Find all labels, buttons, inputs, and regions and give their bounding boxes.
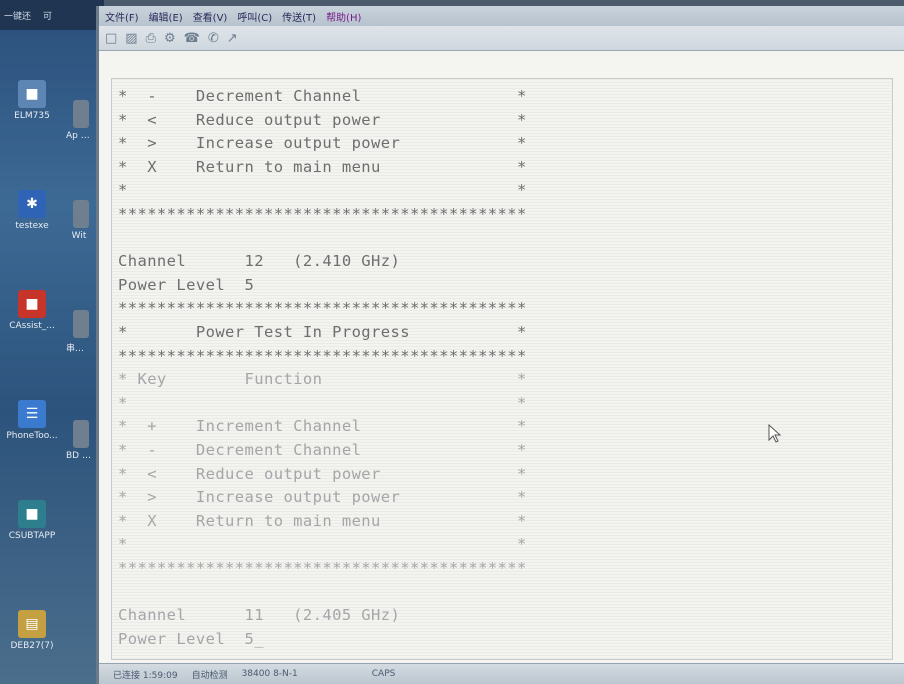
desktop-icon-label: ELM735 xyxy=(14,111,50,121)
desktop-icon-label: CSUBTAPP xyxy=(8,531,56,541)
terminal-line: Channel 12 (2.410 GHz) xyxy=(118,252,401,271)
terminal-line: * Key Function * xyxy=(118,370,527,389)
menu-item[interactable]: 文件(F) xyxy=(105,9,139,24)
desktop-icon-label: testexe xyxy=(15,221,49,231)
app-icon xyxy=(73,420,89,448)
terminal-line: * Power Test In Progress * xyxy=(118,323,527,341)
terminal-line: * X Return to main menu * xyxy=(118,511,527,530)
desktop-icon-label: Wit xyxy=(71,231,87,241)
disconnect-icon[interactable]: ✆ xyxy=(208,31,219,46)
send-icon[interactable]: ↗ xyxy=(227,31,238,46)
menu-item[interactable]: 查看(V) xyxy=(193,9,228,24)
terminal-line: ****************************************… xyxy=(118,346,527,365)
status-bar: 已连接 1:59:09 自动检测 38400 8-N-1 CAPS xyxy=(99,663,904,684)
desktop-icon-label: CAssist_... xyxy=(9,321,55,331)
properties-icon[interactable]: ⚙ xyxy=(164,31,176,46)
terminal-line: ****************************************… xyxy=(118,299,527,318)
open-icon[interactable]: ▨ xyxy=(125,31,137,46)
desktop-icon[interactable]: 串口 助手 xyxy=(66,310,96,354)
menu-item[interactable]: 帮助(H) xyxy=(326,9,361,24)
terminal-line: * > Increase output power * xyxy=(118,488,527,507)
detect-status: 自动检测 xyxy=(191,670,228,681)
desktop-icon[interactable]: ■ CSUBTAPP xyxy=(2,500,62,541)
menu-item[interactable]: 传送(T) xyxy=(282,9,316,24)
terminal-line: * * xyxy=(118,181,527,200)
top-label[interactable]: 一键还 xyxy=(4,9,31,22)
desktop-area: 一键还 可 ■ ELM735 ✱ testexe ■ CAssist_... ☰ PhoneT… xyxy=(0,0,104,684)
print-icon[interactable]: ⎙ xyxy=(146,31,156,46)
desktop-top-strip: 一键还 可 xyxy=(0,0,104,30)
terminal-line: Power Level 5_ xyxy=(118,629,264,648)
terminal-line: * + Increment Channel * xyxy=(118,417,527,436)
new-icon[interactable]: □ xyxy=(105,31,117,46)
calculator-icon: ☰ xyxy=(18,400,46,428)
terminal-line: * < Reduce output power * xyxy=(118,110,527,129)
app-icon xyxy=(73,200,89,228)
terminal-line: * X Return to main menu * xyxy=(118,157,527,176)
mouse-pointer-icon xyxy=(768,423,782,448)
toolbar: □ ▨ ⎙ ⚙ ☎ ✆ ↗ xyxy=(99,26,904,51)
desktop-icon[interactable]: Ap RF xyxy=(66,100,96,141)
menu-item[interactable]: 呼叫(C) xyxy=(237,9,272,24)
port-settings: 38400 8-N-1 xyxy=(241,669,298,679)
caps-indicator: CAPS xyxy=(371,669,396,679)
terminal-line: Channel 11 (2.405 GHz) xyxy=(118,606,401,625)
desktop-icon[interactable]: BD US xyxy=(66,420,96,461)
desktop-icon[interactable]: ☰ PhoneToo... xyxy=(2,400,62,441)
menu-bar: 文件(F) 编辑(E) 查看(V) 呼叫(C) 传送(T) 帮助(H) xyxy=(99,6,904,26)
desktop-icon[interactable]: ✱ testexe xyxy=(2,190,62,231)
desktop-icon-label: Ap RF xyxy=(66,131,92,141)
terminal-line: Power Level 5 xyxy=(118,275,255,294)
top-label[interactable]: 可 xyxy=(43,9,52,22)
terminal-line: * * xyxy=(118,535,527,554)
terminal-line: * < Reduce output power * xyxy=(118,464,527,483)
terminal-line: * > Increase output power * xyxy=(118,134,527,153)
terminal-line: * - Decrement Channel * xyxy=(118,87,527,105)
desktop-icon-label: BD US xyxy=(66,451,92,461)
terminal-output[interactable]: * - Decrement Channel * * < Reduce output… xyxy=(111,78,893,660)
app-icon: ■ xyxy=(18,80,46,108)
desktop-icon-label: DEB27(7) xyxy=(10,641,54,651)
terminal-line: ****************************************… xyxy=(118,205,527,223)
desktop-icon[interactable]: ■ CAssist_... xyxy=(2,290,62,331)
desktop-icon[interactable]: ■ ELM735 xyxy=(2,80,62,121)
connection-time: 已连接 1:59:09 xyxy=(113,670,178,681)
document-icon: ▤ xyxy=(18,610,46,638)
desktop-icon-label: PhoneToo... xyxy=(6,431,58,441)
desktop-icon[interactable]: Wit xyxy=(66,200,96,241)
app-icon xyxy=(73,310,89,338)
desktop-icon-label: 串口 助手 xyxy=(66,344,92,354)
app-icon xyxy=(73,100,89,128)
bluetooth-icon: ✱ xyxy=(18,190,46,218)
app-icon: ■ xyxy=(18,290,46,318)
connect-icon[interactable]: ☎ xyxy=(184,31,200,46)
desktop-icon[interactable]: ▤ DEB27(7) xyxy=(2,610,62,651)
menu-item[interactable]: 编辑(E) xyxy=(149,9,183,24)
terminal-line: * * xyxy=(118,393,527,412)
terminal-line: * - Decrement Channel * xyxy=(118,441,527,459)
terminal-line: ****************************************… xyxy=(118,559,527,577)
app-icon: ■ xyxy=(18,500,46,528)
hyperterminal-window: 文件(F) 编辑(E) 查看(V) 呼叫(C) 传送(T) 帮助(H) □ ▨ ⎙ ⚙ ☎ ✆ ↗ *… xyxy=(96,6,904,684)
